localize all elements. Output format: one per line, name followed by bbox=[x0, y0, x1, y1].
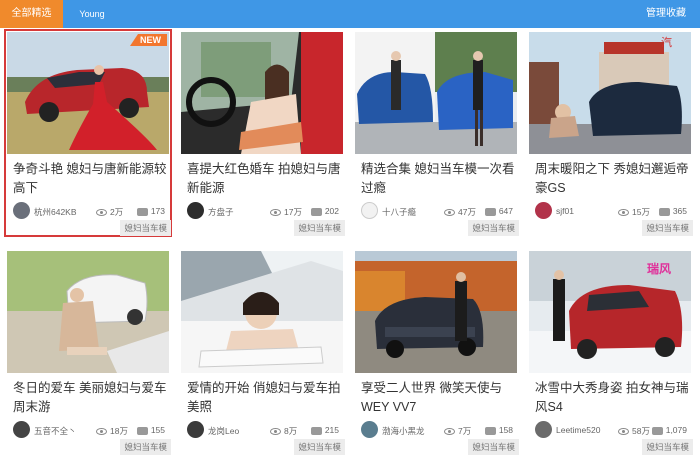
comment-icon bbox=[136, 207, 148, 216]
avatar[interactable] bbox=[535, 202, 552, 219]
view-count: 58万 bbox=[618, 425, 650, 437]
manage-favorites-link[interactable]: 管理收藏 bbox=[646, 0, 686, 28]
comment-icon bbox=[484, 426, 496, 435]
author-name[interactable]: 五音不全丶 bbox=[34, 425, 80, 437]
view-count: 47万 bbox=[444, 206, 476, 218]
avatar[interactable] bbox=[187, 202, 204, 219]
article-thumbnail[interactable]: 汽 bbox=[529, 32, 691, 154]
view-count: 2万 bbox=[96, 206, 123, 218]
comment-icon bbox=[658, 207, 670, 216]
article-thumbnail[interactable]: NEW bbox=[7, 32, 169, 154]
source-tag[interactable]: 媳妇当车模 bbox=[294, 220, 345, 236]
eye-icon bbox=[270, 209, 281, 217]
comment-icon bbox=[484, 207, 496, 216]
source-tag[interactable]: 媳妇当车模 bbox=[468, 220, 519, 236]
article-card[interactable]: 冬日的爱车 美丽媳妇与爱车周末游 五音不全丶 18万 155 媳妇当车模 bbox=[5, 249, 171, 455]
tab-all-featured[interactable]: 全部精选 bbox=[0, 0, 63, 28]
article-card[interactable]: 瑞风 冰雪中大秀身姿 拍女神与瑞风S4 Leetime520 58万 1,079… bbox=[527, 249, 693, 455]
article-card[interactable]: NEW 争奇斗艳 媳妇与唐新能源较高下 杭州642KB 2万 173 媳妇当车模 bbox=[4, 29, 172, 237]
comment-count: 365 bbox=[658, 206, 687, 216]
eye-icon bbox=[618, 428, 629, 436]
source-tag[interactable]: 媳妇当车模 bbox=[642, 220, 693, 236]
source-tag[interactable]: 媳妇当车模 bbox=[642, 439, 693, 455]
article-title[interactable]: 争奇斗艳 媳妇与唐新能源较高下 bbox=[13, 160, 167, 198]
comment-icon bbox=[651, 426, 663, 435]
avatar[interactable] bbox=[13, 421, 30, 438]
comment-count: 155 bbox=[136, 425, 165, 435]
source-tag[interactable]: 媳妇当车模 bbox=[120, 439, 171, 455]
avatar[interactable] bbox=[361, 421, 378, 438]
view-count: 8万 bbox=[270, 425, 297, 437]
article-title[interactable]: 精选合集 媳妇当车模一次看过瘾 bbox=[361, 160, 515, 198]
eye-icon bbox=[96, 428, 107, 436]
article-title[interactable]: 冰雪中大秀身姿 拍女神与瑞风S4 bbox=[535, 379, 689, 417]
eye-icon bbox=[270, 428, 281, 436]
article-title[interactable]: 冬日的爱车 美丽媳妇与爱车周末游 bbox=[13, 379, 167, 417]
article-thumbnail[interactable]: 瑞风 bbox=[529, 251, 691, 373]
eye-icon bbox=[96, 209, 107, 217]
eye-icon bbox=[444, 209, 455, 217]
article-thumbnail[interactable] bbox=[181, 32, 343, 154]
article-title[interactable]: 享受二人世界 微笑天使与WEY VV7 bbox=[361, 379, 515, 417]
article-thumbnail[interactable] bbox=[181, 251, 343, 373]
author-name[interactable]: 渤海小黑龙 bbox=[382, 425, 428, 437]
top-nav-bar: 全部精选 Young 管理收藏 bbox=[0, 0, 700, 28]
comment-icon bbox=[310, 207, 322, 216]
comment-count: 173 bbox=[136, 206, 165, 216]
avatar[interactable] bbox=[535, 421, 552, 438]
article-card[interactable]: 汽 周末暖阳之下 秀媳妇邂逅帝豪GS sjf01 15万 365 媳妇当车模 bbox=[527, 30, 693, 236]
view-count: 17万 bbox=[270, 206, 302, 218]
view-count: 7万 bbox=[444, 425, 471, 437]
comment-count: 158 bbox=[484, 425, 513, 435]
view-count: 15万 bbox=[618, 206, 650, 218]
author-name[interactable]: 龙岗Leo bbox=[208, 425, 254, 437]
author-name[interactable]: 十八子瘾 bbox=[382, 206, 428, 218]
comment-icon bbox=[310, 426, 322, 435]
author-name[interactable]: 方盘子 bbox=[208, 206, 254, 218]
article-title[interactable]: 喜提大红色婚车 拍媳妇与唐新能源 bbox=[187, 160, 341, 198]
article-card[interactable]: 喜提大红色婚车 拍媳妇与唐新能源 方盘子 17万 202 媳妇当车模 bbox=[179, 30, 345, 236]
article-card[interactable]: 享受二人世界 微笑天使与WEY VV7 渤海小黑龙 7万 158 媳妇当车模 bbox=[353, 249, 519, 455]
comment-count: 1,079 bbox=[651, 425, 687, 435]
article-card[interactable]: 爱情的开始 俏媳妇与爱车拍美照 龙岗Leo 8万 215 媳妇当车模 bbox=[179, 249, 345, 455]
source-tag[interactable]: 媳妇当车模 bbox=[120, 220, 171, 236]
view-count: 18万 bbox=[96, 425, 128, 437]
svg-text:汽: 汽 bbox=[661, 35, 672, 49]
source-tag[interactable]: 媳妇当车模 bbox=[294, 439, 345, 455]
svg-text:瑞风: 瑞风 bbox=[647, 261, 671, 276]
article-thumbnail[interactable] bbox=[355, 251, 517, 373]
article-thumbnail[interactable] bbox=[355, 32, 517, 154]
source-tag[interactable]: 媳妇当车模 bbox=[468, 439, 519, 455]
author-name[interactable]: Leetime520 bbox=[556, 425, 602, 435]
article-thumbnail[interactable] bbox=[7, 251, 169, 373]
comment-count: 202 bbox=[310, 206, 339, 216]
article-title[interactable]: 周末暖阳之下 秀媳妇邂逅帝豪GS bbox=[535, 160, 689, 198]
article-card[interactable]: 精选合集 媳妇当车模一次看过瘾 十八子瘾 47万 647 媳妇当车模 bbox=[353, 30, 519, 236]
article-title[interactable]: 爱情的开始 俏媳妇与爱车拍美照 bbox=[187, 379, 341, 417]
avatar[interactable] bbox=[13, 202, 30, 219]
eye-icon bbox=[618, 209, 629, 217]
comment-icon bbox=[136, 426, 148, 435]
avatar[interactable] bbox=[187, 421, 204, 438]
comment-count: 647 bbox=[484, 206, 513, 216]
comment-count: 215 bbox=[310, 425, 339, 435]
author-name[interactable]: sjf01 bbox=[556, 206, 602, 216]
avatar[interactable] bbox=[361, 202, 378, 219]
eye-icon bbox=[444, 428, 455, 436]
author-name[interactable]: 杭州642KB bbox=[34, 206, 80, 218]
tab-young[interactable]: Young bbox=[70, 0, 114, 28]
